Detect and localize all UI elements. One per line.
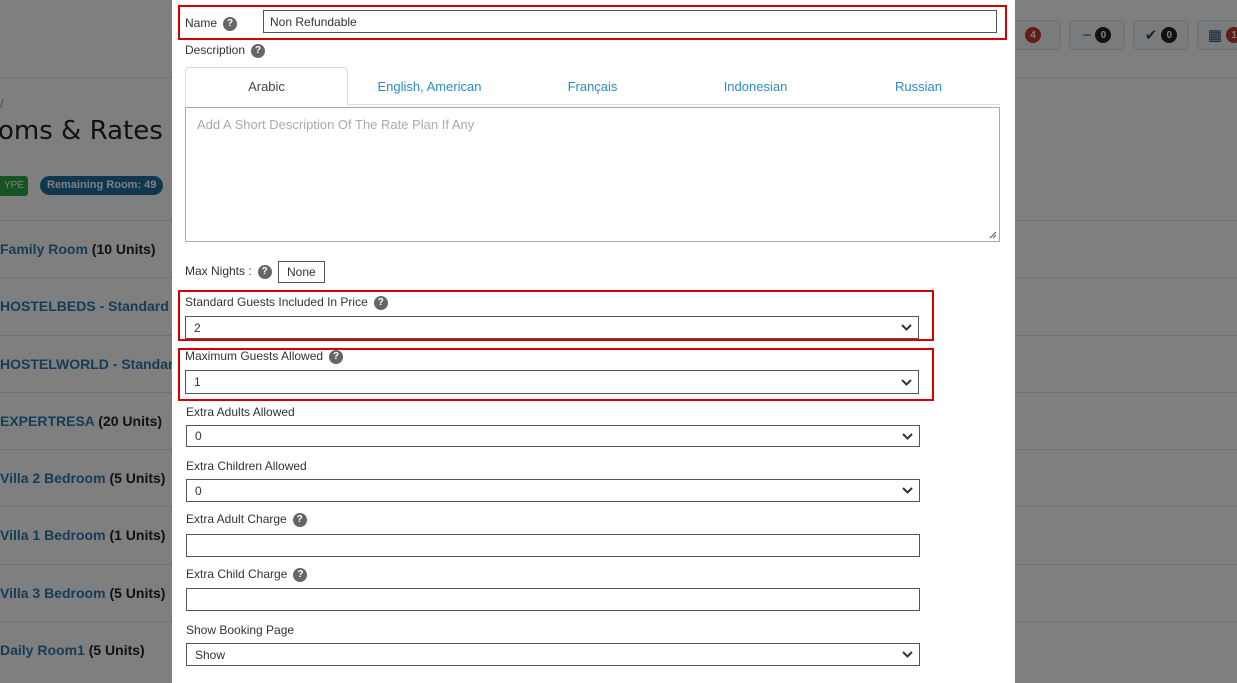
show-booking-page-select[interactable]: Show bbox=[186, 643, 920, 666]
extra-adults-select[interactable]: 0 bbox=[186, 425, 920, 447]
max-guests-label: Maximum Guests Allowed? bbox=[185, 349, 344, 364]
help-icon[interactable]: ? bbox=[223, 16, 238, 31]
help-icon[interactable]: ? bbox=[373, 295, 388, 310]
show-booking-page-label: Show Booking Page bbox=[186, 623, 295, 637]
show-booking-page-value: Show bbox=[195, 647, 226, 662]
description-textarea[interactable]: Add A Short Description Of The Rate Plan… bbox=[185, 107, 1000, 242]
max-nights-value: None bbox=[287, 265, 316, 279]
name-input[interactable]: Non Refundable bbox=[263, 10, 997, 33]
max-nights-label: Max Nights :? bbox=[185, 264, 272, 279]
help-icon[interactable]: ? bbox=[251, 43, 266, 58]
max-guests-value: 1 bbox=[194, 375, 201, 389]
tab-english-american[interactable]: English, American bbox=[348, 67, 511, 105]
name-input-value: Non Refundable bbox=[270, 14, 357, 29]
chevron-down-icon bbox=[894, 324, 918, 331]
max-guests-select[interactable]: 1 bbox=[185, 370, 919, 394]
chevron-down-icon bbox=[895, 432, 919, 440]
help-icon[interactable]: ? bbox=[292, 512, 307, 527]
help-icon[interactable]: ? bbox=[293, 567, 308, 582]
language-tabs: Arabic English, American Français Indone… bbox=[185, 67, 1000, 106]
help-icon[interactable]: ? bbox=[329, 349, 344, 364]
extra-adult-charge-input[interactable] bbox=[186, 534, 920, 557]
tab-francais[interactable]: Français bbox=[511, 67, 674, 105]
max-nights-select[interactable]: None bbox=[278, 261, 325, 283]
extra-children-value: 0 bbox=[195, 483, 202, 498]
chevron-down-icon bbox=[894, 378, 918, 386]
chevron-down-icon bbox=[895, 651, 919, 658]
extra-children-label: Extra Children Allowed bbox=[186, 459, 307, 473]
tab-arabic[interactable]: Arabic bbox=[185, 67, 348, 106]
extra-adults-value: 0 bbox=[195, 429, 202, 443]
extra-adults-label: Extra Adults Allowed bbox=[186, 405, 295, 419]
tab-russian[interactable]: Russian bbox=[837, 67, 1000, 105]
description-label: Description? bbox=[185, 43, 266, 58]
name-label: Name? bbox=[185, 16, 238, 31]
standard-guests-label: Standard Guests Included In Price? bbox=[185, 295, 388, 310]
extra-child-charge-input[interactable] bbox=[186, 588, 920, 611]
chevron-down-icon bbox=[895, 487, 919, 494]
extra-child-charge-label: Extra Child Charge? bbox=[186, 567, 308, 582]
resize-handle-icon[interactable] bbox=[987, 229, 997, 239]
standard-guests-value: 2 bbox=[194, 320, 201, 335]
extra-children-select[interactable]: 0 bbox=[186, 479, 920, 502]
help-icon[interactable]: ? bbox=[257, 264, 272, 279]
description-placeholder: Add A Short Description Of The Rate Plan… bbox=[197, 117, 475, 132]
tab-indonesian[interactable]: Indonesian bbox=[674, 67, 837, 105]
standard-guests-select[interactable]: 2 bbox=[185, 316, 919, 339]
rate-plan-modal: Name? Non Refundable Description? Arabic… bbox=[172, 0, 1015, 683]
extra-adult-charge-label: Extra Adult Charge? bbox=[186, 512, 307, 527]
